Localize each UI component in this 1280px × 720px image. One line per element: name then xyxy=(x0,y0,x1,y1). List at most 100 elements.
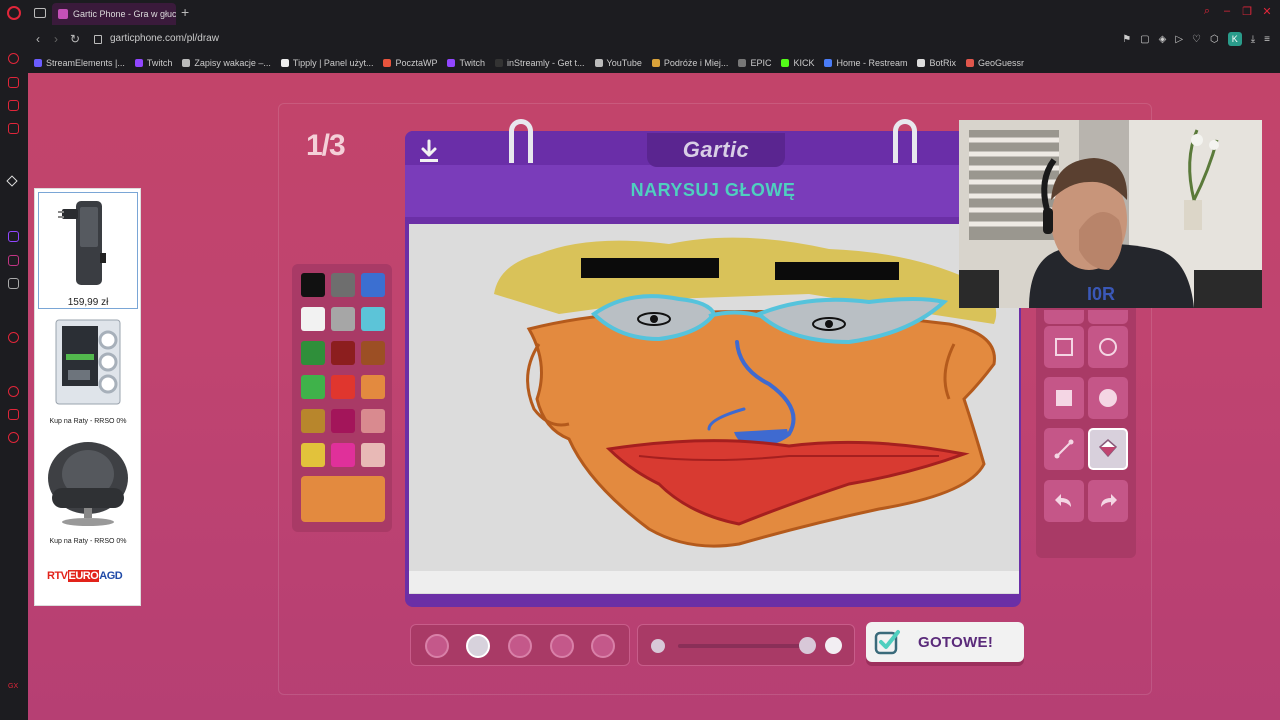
bookmark-item[interactable]: KICK xyxy=(781,58,814,68)
ad-charger[interactable]: 159,99 zł xyxy=(38,192,138,309)
search-tabs-icon[interactable]: ⌕ xyxy=(1202,5,1212,18)
workspaces-icon[interactable] xyxy=(8,77,19,88)
minimize-icon[interactable]: – xyxy=(1222,5,1232,18)
discord-icon[interactable] xyxy=(8,278,19,289)
pinboard-icon[interactable] xyxy=(8,409,19,420)
tool-redo[interactable] xyxy=(1088,480,1128,522)
tool-rectangle[interactable] xyxy=(1044,326,1084,368)
bookmark-label: StreamElements |... xyxy=(46,57,125,68)
tool-pen[interactable] xyxy=(1044,310,1084,324)
bookmark-item[interactable]: StreamElements |... xyxy=(34,58,125,68)
tool-eraser[interactable] xyxy=(1088,310,1128,324)
ad-chair[interactable]: Kup na Raty - RRSO 0% xyxy=(38,434,138,545)
bookmark-item[interactable]: BotRix xyxy=(917,58,956,68)
brush-size-2[interactable] xyxy=(466,634,490,658)
color-swatch[interactable] xyxy=(301,273,325,297)
bookmark-item[interactable]: PocztaWP xyxy=(383,58,437,68)
gx-icon[interactable]: GX xyxy=(8,683,19,694)
color-swatch[interactable] xyxy=(301,307,325,331)
bookmark-favicon-icon xyxy=(738,58,747,67)
brush-size-3[interactable] xyxy=(508,634,532,658)
drawing-canvas[interactable] xyxy=(409,224,1019,594)
rtv-euro-agd-logo[interactable]: RTVEUROAGD xyxy=(47,570,123,582)
opacity-handle[interactable] xyxy=(799,637,816,654)
bookmark-item[interactable]: EPIC xyxy=(738,58,771,68)
color-swatch[interactable] xyxy=(331,375,355,399)
ad-pc-case[interactable]: Kup na Raty - RRSO 0% xyxy=(38,314,138,425)
bookmark-item[interactable]: Home - Restream xyxy=(824,58,907,68)
crypto-wallet-icon[interactable] xyxy=(8,100,19,111)
brush-size-5[interactable] xyxy=(591,634,615,658)
bookmark-favicon-icon xyxy=(495,58,503,67)
twitch-icon[interactable] xyxy=(8,231,19,242)
opera-logo-icon[interactable] xyxy=(7,6,21,20)
bookmark-item[interactable]: GeoGuessr xyxy=(966,58,1024,68)
bookmark-item[interactable]: Twitch xyxy=(447,58,485,68)
color-swatch[interactable] xyxy=(331,307,355,331)
tool-line[interactable] xyxy=(1044,428,1084,470)
color-swatch[interactable] xyxy=(301,375,325,399)
instagram-icon[interactable] xyxy=(8,255,19,266)
color-swatch[interactable] xyxy=(361,375,385,399)
player-icon[interactable]: ▷ xyxy=(1175,34,1183,45)
settings-icon[interactable] xyxy=(8,432,19,443)
history-icon[interactable] xyxy=(8,386,19,397)
browser-tab-gartic[interactable]: Gartic Phone - Gra w głuc xyxy=(52,3,176,25)
bookmark-item[interactable]: YouTube xyxy=(594,58,642,68)
tool-ellipse[interactable] xyxy=(1088,326,1128,368)
color-swatch[interactable] xyxy=(331,443,355,467)
color-swatch[interactable] xyxy=(361,341,385,365)
back-icon[interactable]: ‹ xyxy=(36,32,40,46)
color-swatch[interactable] xyxy=(301,341,325,365)
restore-icon[interactable]: ❐ xyxy=(1242,5,1252,18)
color-swatch[interactable] xyxy=(331,409,355,433)
color-swatch[interactable] xyxy=(361,273,385,297)
color-swatch[interactable] xyxy=(361,307,385,331)
bookmark-item[interactable]: Twitch xyxy=(134,58,172,68)
profile-avatar[interactable]: K xyxy=(1227,32,1242,46)
brush-size-4[interactable] xyxy=(550,634,574,658)
aria-icon[interactable] xyxy=(8,53,19,64)
current-color-swatch[interactable] xyxy=(301,476,385,522)
player-sidebar-icon[interactable] xyxy=(8,332,19,343)
extensions-icon[interactable]: ⬡ xyxy=(1210,34,1219,45)
messenger-icon[interactable] xyxy=(8,123,19,134)
circle-outline-icon xyxy=(1099,338,1117,356)
snapshot-icon[interactable]: ▢ xyxy=(1140,34,1149,45)
bookmark-item[interactable]: Zapisy wakacje –... xyxy=(182,58,271,68)
color-swatch[interactable] xyxy=(301,409,325,433)
download-drawing-icon[interactable] xyxy=(418,139,440,165)
done-button[interactable]: GOTOWE! xyxy=(866,622,1024,662)
logo-part-rtv: RTV xyxy=(47,570,68,582)
opacity-max-icon xyxy=(825,637,842,654)
menu-icon[interactable]: ≡ xyxy=(1264,34,1270,45)
forward-icon[interactable]: › xyxy=(54,32,58,46)
bookmark-favicon-icon xyxy=(594,58,603,67)
opacity-track[interactable] xyxy=(678,644,808,648)
rectangle-filled-icon xyxy=(1056,390,1072,406)
tool-fill-bucket[interactable] xyxy=(1088,428,1128,470)
tool-undo[interactable] xyxy=(1044,480,1084,522)
brush-size-1[interactable] xyxy=(425,634,449,658)
new-tab-button[interactable]: + xyxy=(181,5,189,19)
bookmark-icon[interactable]: ⚑ xyxy=(1122,34,1131,45)
download-icon[interactable]: ⤓ xyxy=(1251,34,1255,45)
tool-filled-ellipse[interactable] xyxy=(1088,377,1128,419)
tool-filled-rectangle[interactable] xyxy=(1044,377,1084,419)
reload-icon[interactable]: ↻ xyxy=(70,32,80,46)
bookmark-item[interactable]: Podróże i Miej... xyxy=(651,58,728,68)
bookmark-item[interactable]: Tipply | Panel użyt... xyxy=(280,58,373,68)
ring-right-icon xyxy=(893,119,917,163)
arrow-app-icon[interactable] xyxy=(6,175,18,187)
color-swatch[interactable] xyxy=(331,341,355,365)
vpn-icon[interactable]: ◈ xyxy=(1159,34,1167,45)
url-field[interactable]: garticphone.com/pl/draw xyxy=(110,33,219,44)
tab-switcher-icon[interactable] xyxy=(34,8,46,18)
color-swatch[interactable] xyxy=(361,409,385,433)
bookmark-item[interactable]: inStreamly - Get t... xyxy=(495,58,585,68)
color-swatch[interactable] xyxy=(331,273,355,297)
color-swatch[interactable] xyxy=(361,443,385,467)
color-swatch[interactable] xyxy=(301,443,325,467)
heart-icon[interactable]: ♡ xyxy=(1192,34,1201,45)
close-window-icon[interactable]: ✕ xyxy=(1262,5,1272,18)
